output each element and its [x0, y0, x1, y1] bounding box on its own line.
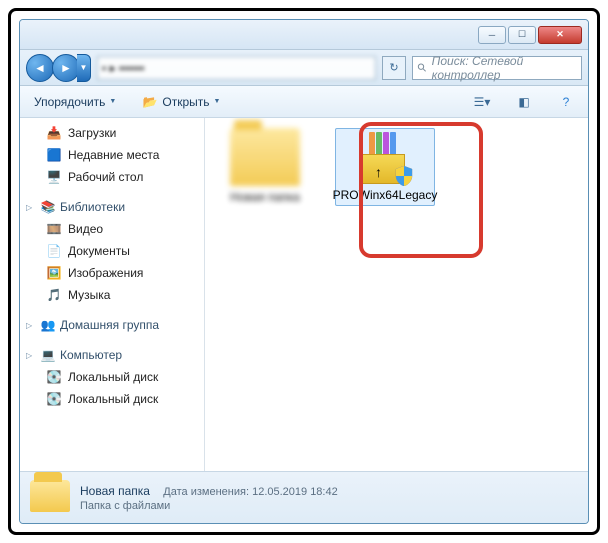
statusbar: Новая папка Дата изменения: 12.05.2019 1…	[20, 471, 588, 523]
search-placeholder: Поиск: Сетевой контроллер	[432, 54, 577, 82]
music-icon: 🎵	[46, 287, 62, 303]
disk-icon: 💽	[46, 391, 62, 407]
documents-icon: 📄	[46, 243, 62, 259]
expand-icon: ▷	[26, 351, 36, 360]
sidebar-homegroup-header[interactable]: ▷👥Домашняя группа	[20, 314, 204, 336]
sidebar-item-documents[interactable]: 📄Документы	[20, 240, 204, 262]
folder-open-icon: 📂	[142, 94, 158, 110]
recent-icon: 🟦	[46, 147, 62, 163]
sidebar-item-desktop[interactable]: 🖥️Рабочий стол	[20, 166, 204, 188]
folder-icon	[30, 480, 70, 516]
toolbar: Упорядочить▼ 📂 Открыть▼ ☰▾ ◧ ?	[20, 86, 588, 118]
disk-icon: 💽	[46, 369, 62, 385]
forward-button[interactable]: ►	[52, 54, 80, 82]
uac-shield-icon	[395, 166, 413, 186]
search-icon	[417, 62, 428, 74]
view-options-button[interactable]: ☰▾	[468, 90, 496, 114]
chevron-down-icon: ▼	[109, 98, 116, 105]
homegroup-icon: 👥	[40, 317, 56, 333]
explorer-window: ─ ☐ ✕ ◄ ► ▼ ▪ ▸ ▪▪▪▪▪▪ ↻ Поиск: Сетевой …	[19, 19, 589, 524]
status-modified-value: 12.05.2019 18:42	[252, 486, 338, 498]
sidebar: 📥Загрузки 🟦Недавние места 🖥️Рабочий стол…	[20, 118, 205, 471]
file-pane[interactable]: Новая папка ↑ PROWinx64Legacy	[205, 118, 588, 471]
downloads-icon: 📥	[46, 125, 62, 141]
sidebar-item-recent[interactable]: 🟦Недавние места	[20, 144, 204, 166]
expand-icon: ▷	[26, 203, 36, 212]
sidebar-item-localdisk[interactable]: 💽Локальный диск	[20, 366, 204, 388]
organize-button[interactable]: Упорядочить▼	[28, 93, 122, 111]
sidebar-computer-header[interactable]: ▷💻Компьютер	[20, 344, 204, 366]
file-label: Новая папка	[230, 190, 300, 204]
computer-icon: 💻	[40, 347, 56, 363]
nav-history-dropdown[interactable]: ▼	[77, 54, 91, 82]
titlebar: ─ ☐ ✕	[20, 20, 588, 50]
close-button[interactable]: ✕	[538, 26, 582, 44]
sidebar-libraries-header[interactable]: ▷📚Библиотеки	[20, 196, 204, 218]
sidebar-item-music[interactable]: 🎵Музыка	[20, 284, 204, 306]
navbar: ◄ ► ▼ ▪ ▸ ▪▪▪▪▪▪ ↻ Поиск: Сетевой контро…	[20, 50, 588, 86]
back-button[interactable]: ◄	[26, 54, 54, 82]
chevron-down-icon: ▼	[214, 98, 221, 105]
desktop-icon: 🖥️	[46, 169, 62, 185]
preview-pane-button[interactable]: ◧	[510, 90, 538, 114]
refresh-button[interactable]: ↻	[382, 56, 406, 80]
sidebar-item-video[interactable]: 🎞️Видео	[20, 218, 204, 240]
address-bar[interactable]: ▪ ▸ ▪▪▪▪▪▪	[97, 56, 376, 80]
status-modified-label: Дата изменения:	[163, 486, 249, 498]
installer-item[interactable]: ↑ PROWinx64Legacy	[335, 128, 435, 206]
libraries-icon: 📚	[40, 199, 56, 215]
sidebar-item-localdisk[interactable]: 💽Локальный диск	[20, 388, 204, 410]
minimize-button[interactable]: ─	[478, 26, 506, 44]
expand-icon: ▷	[26, 321, 36, 330]
maximize-button[interactable]: ☐	[508, 26, 536, 44]
installer-icon: ↑	[355, 132, 415, 184]
video-icon: 🎞️	[46, 221, 62, 237]
folder-icon	[230, 128, 300, 186]
folder-item[interactable]: Новая папка	[215, 128, 315, 204]
search-input[interactable]: Поиск: Сетевой контроллер	[412, 56, 582, 80]
sidebar-item-pictures[interactable]: 🖼️Изображения	[20, 262, 204, 284]
pictures-icon: 🖼️	[46, 265, 62, 281]
sidebar-item-downloads[interactable]: 📥Загрузки	[20, 122, 204, 144]
help-button[interactable]: ?	[552, 90, 580, 114]
status-name: Новая папка	[80, 484, 150, 498]
status-type: Папка с файлами	[80, 500, 338, 512]
open-button[interactable]: 📂 Открыть▼	[136, 92, 226, 112]
file-label: PROWinx64Legacy	[333, 188, 438, 202]
